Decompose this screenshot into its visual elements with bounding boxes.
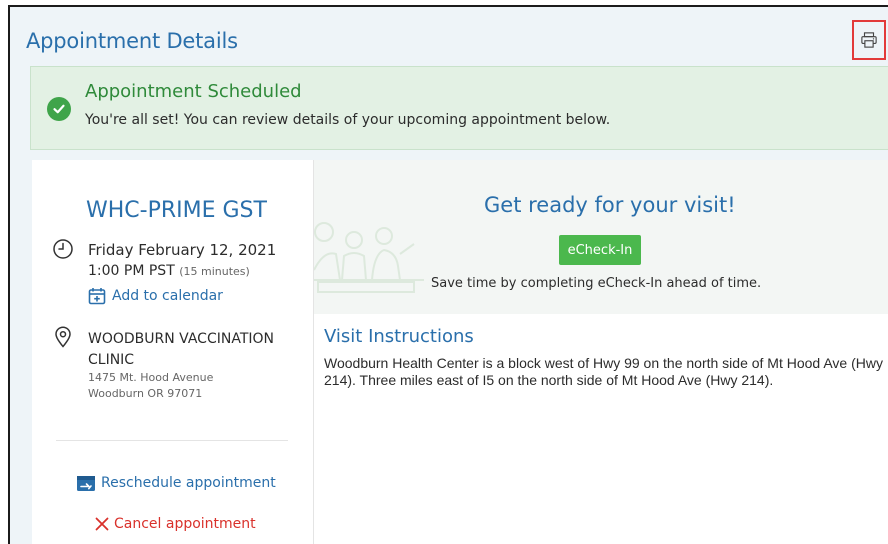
location-name: WOODBURN VACCINATION CLINIC bbox=[88, 331, 274, 368]
address-line-2: Woodburn OR 97071 bbox=[88, 387, 203, 400]
appointment-card: WHC-PRIME GST Friday February 12, 2021 1… bbox=[32, 160, 888, 544]
appointment-time-row: 1:00 PM PST (15 minutes) bbox=[88, 263, 250, 279]
get-ready-panel: Get ready for your visit! eCheck-In Save… bbox=[314, 160, 888, 314]
appointment-summary: WHC-PRIME GST Friday February 12, 2021 1… bbox=[32, 160, 314, 544]
appointment-date: Friday February 12, 2021 bbox=[88, 241, 277, 259]
add-to-calendar-label: Add to calendar bbox=[112, 288, 223, 304]
cancel-label: Cancel appointment bbox=[114, 516, 256, 532]
reschedule-label: Reschedule appointment bbox=[101, 475, 276, 491]
banner-message: You're all set! You can review details o… bbox=[85, 112, 611, 128]
get-ready-title: Get ready for your visit! bbox=[484, 193, 736, 217]
cancel-appointment-link[interactable]: Cancel appointment bbox=[94, 516, 256, 532]
page-title: Appointment Details bbox=[26, 29, 238, 53]
reschedule-icon bbox=[77, 476, 95, 491]
print-button[interactable] bbox=[852, 20, 886, 60]
echeckin-button[interactable]: eCheck-In bbox=[559, 235, 641, 265]
location-pin-icon bbox=[55, 326, 71, 348]
app-frame: Appointment Details Appointment Schedule… bbox=[8, 5, 888, 544]
appointment-duration: (15 minutes) bbox=[179, 265, 250, 278]
waiting-room-illustration bbox=[314, 222, 424, 293]
printer-icon bbox=[861, 32, 877, 48]
appointment-time: 1:00 PM PST bbox=[88, 263, 175, 279]
reschedule-appointment-link[interactable]: Reschedule appointment bbox=[76, 474, 276, 492]
close-icon bbox=[95, 517, 109, 531]
check-circle-icon bbox=[47, 97, 71, 121]
calendar-add-icon bbox=[88, 288, 106, 305]
success-banner: Appointment Scheduled You're all set! Yo… bbox=[30, 66, 888, 150]
divider bbox=[56, 440, 288, 441]
add-to-calendar-link[interactable]: Add to calendar bbox=[88, 287, 223, 305]
visit-instructions-text: Woodburn Health Center is a block west o… bbox=[324, 355, 883, 388]
clock-icon bbox=[53, 239, 73, 259]
visit-instructions-title: Visit Instructions bbox=[324, 326, 474, 347]
echeckin-note: Save time by completing eCheck-In ahead … bbox=[431, 276, 762, 291]
clinic-title: WHC-PRIME GST bbox=[86, 198, 267, 223]
address-line-1: 1475 Mt. Hood Avenue bbox=[88, 371, 214, 384]
banner-title: Appointment Scheduled bbox=[85, 81, 302, 102]
visit-details: Get ready for your visit! eCheck-In Save… bbox=[314, 160, 888, 544]
